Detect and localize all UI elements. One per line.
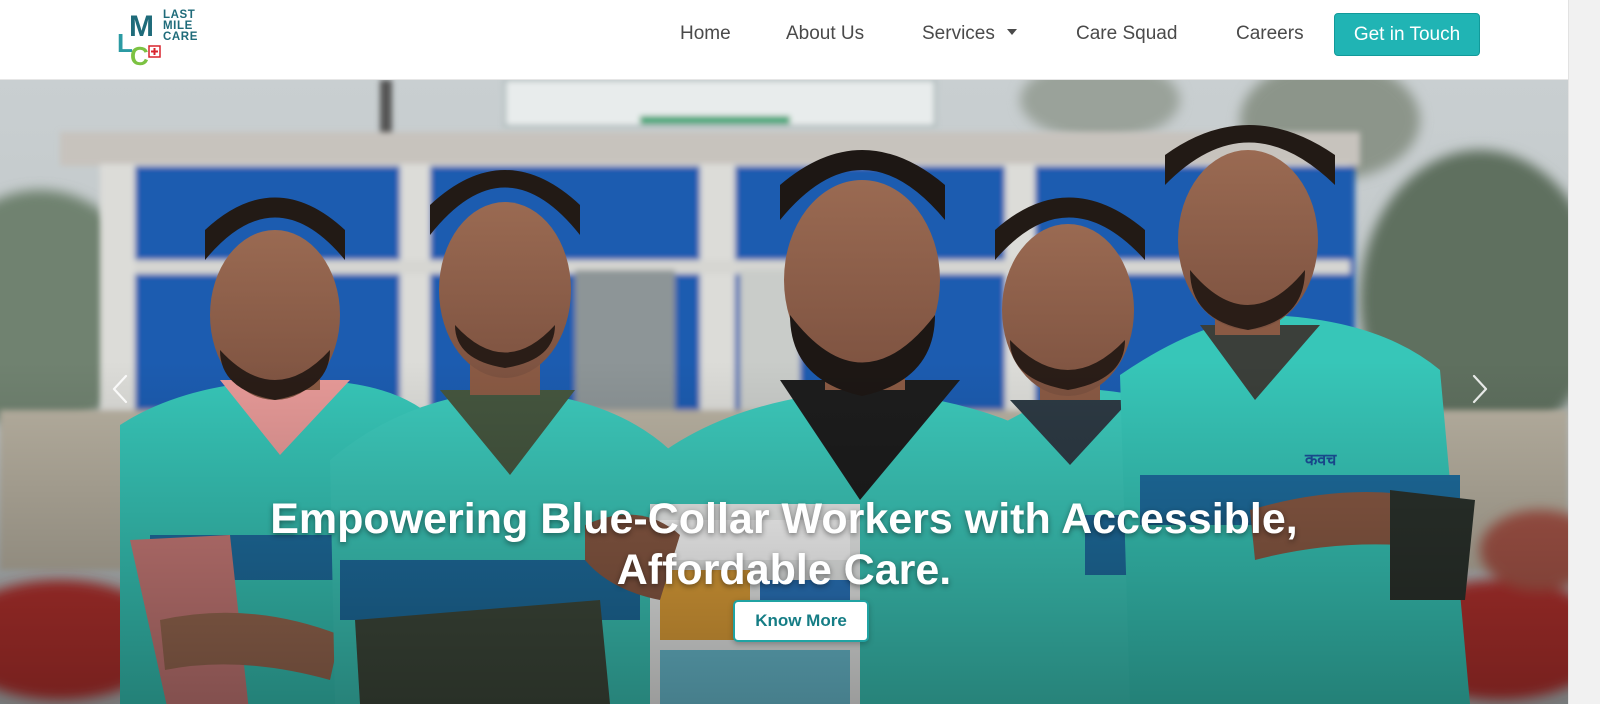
caret-down-icon	[1006, 28, 1017, 35]
svg-text:M: M	[129, 10, 154, 43]
page-scrollbar[interactable]	[1568, 0, 1600, 704]
svg-text:C: C	[130, 41, 149, 68]
nav-careers[interactable]: Careers	[1236, 12, 1304, 56]
lmc-logo-mark: L M C	[117, 10, 161, 68]
nav-care-squad[interactable]: Care Squad	[1076, 12, 1177, 56]
nav-services-label: Services	[922, 23, 995, 44]
hero-title-line-2: Affordable Care.	[616, 546, 952, 594]
know-more-button[interactable]: Know More	[733, 600, 869, 642]
chevron-right-icon	[1472, 374, 1488, 404]
logo-line: CARE	[163, 31, 198, 43]
nav-home[interactable]: Home	[680, 12, 731, 56]
chevron-left-icon	[112, 374, 128, 404]
hero-carousel: कवच Empowering Blue-Collar Workers with …	[0, 80, 1568, 704]
nav-about-us[interactable]: About Us	[786, 12, 864, 56]
logo-wordmark: LAST MILE CARE	[163, 9, 198, 43]
carousel-prev-button[interactable]	[108, 372, 134, 406]
carousel-next-button[interactable]	[1466, 372, 1492, 406]
get-in-touch-button[interactable]: Get in Touch	[1334, 13, 1480, 56]
hero-title-line-1: Empowering Blue-Collar Workers with Acce…	[270, 495, 1298, 543]
brand-logo[interactable]: L M C LAST MILE CARE	[116, 8, 212, 68]
nav-services[interactable]: Services	[922, 12, 1017, 56]
site-header: L M C LAST MILE CARE Home About Us Servi…	[0, 0, 1568, 80]
